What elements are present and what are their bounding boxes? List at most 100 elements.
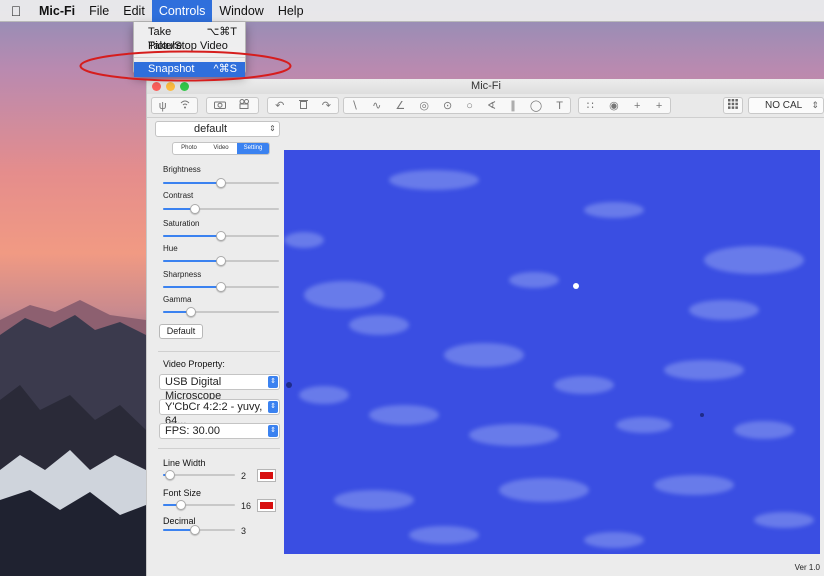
- decimal-slider[interactable]: [163, 525, 235, 535]
- grid-tools-group: ∷ ◉ + +: [578, 97, 671, 114]
- circle-3pt-icon[interactable]: ◎: [419, 99, 429, 112]
- menu-item-take-picture[interactable]: Take Picture ⌥⌘T: [134, 25, 245, 52]
- line-width-slider[interactable]: [163, 470, 235, 480]
- slider-knob[interactable]: [216, 282, 226, 292]
- menu-app-name[interactable]: Mic-Fi: [32, 0, 82, 22]
- grid-button[interactable]: [723, 97, 743, 114]
- slider-sharpness[interactable]: [163, 282, 279, 292]
- text-icon[interactable]: T: [556, 100, 563, 112]
- line-width-value: 2: [241, 471, 247, 481]
- slider-contrast[interactable]: [163, 204, 279, 214]
- slider-saturation[interactable]: [163, 231, 279, 241]
- tab-photo[interactable]: Photo: [173, 143, 205, 154]
- close-window-button[interactable]: [152, 82, 161, 91]
- decimal-value: 3: [241, 526, 247, 536]
- preset-select[interactable]: default ⇕: [155, 121, 280, 137]
- circle-center-icon[interactable]: ⊙: [443, 99, 452, 112]
- tab-setting[interactable]: Setting: [237, 143, 269, 154]
- mic-fi-window: Mic-Fi ψ ↶ ↷ ∖ ∿ ∠ ◎ ⊙ ○ ∢ ∥ ◯ T ∷ ◉ + +…: [146, 79, 824, 576]
- wifi-icon[interactable]: [180, 100, 190, 112]
- font-size-label: Font Size: [163, 488, 202, 498]
- font-size-slider[interactable]: [163, 500, 235, 510]
- slider-knob[interactable]: [185, 307, 196, 317]
- slider-knob[interactable]: [216, 256, 226, 266]
- microscope-preview[interactable]: [284, 150, 820, 554]
- zoom-window-button[interactable]: [180, 82, 189, 91]
- default-button[interactable]: Default: [159, 324, 203, 339]
- tab-video[interactable]: Video: [205, 143, 237, 154]
- slider-label-brightness: Brightness: [163, 165, 201, 174]
- font-color-swatch[interactable]: [257, 499, 276, 512]
- chevron-updown-icon: ⇕: [268, 401, 278, 413]
- slider-label-gamma: Gamma: [163, 295, 192, 304]
- angle-icon[interactable]: ∠: [395, 99, 405, 112]
- menu-window[interactable]: Window: [212, 0, 270, 22]
- capture-group: [206, 97, 259, 114]
- edit-group: ↶ ↷: [267, 97, 339, 114]
- video-camera-icon[interactable]: [239, 99, 251, 112]
- version-label: Ver 1.0: [794, 563, 820, 572]
- slider-label-sharpness: Sharpness: [163, 270, 202, 279]
- menu-edit[interactable]: Edit: [116, 0, 152, 22]
- slider-label-contrast: Contrast: [163, 191, 194, 200]
- menu-bar:  Mic-Fi File Edit Controls Window Help: [0, 0, 824, 22]
- slider-knob[interactable]: [165, 470, 176, 480]
- minimize-window-button[interactable]: [166, 82, 175, 91]
- slider-label-hue: Hue: [163, 244, 178, 253]
- menu-controls[interactable]: Controls: [151, 0, 213, 22]
- circle-icon[interactable]: ○: [466, 100, 473, 112]
- slider-knob[interactable]: [216, 178, 226, 188]
- grid-dots-icon[interactable]: ∷: [587, 99, 594, 112]
- apple-icon[interactable]: : [0, 3, 32, 19]
- chevron-updown-icon: ⇕: [811, 100, 819, 110]
- crosshair-icon[interactable]: +: [634, 100, 640, 112]
- circle-outline-icon[interactable]: ◯: [530, 99, 542, 112]
- fps-select[interactable]: FPS: 30.00 ⇕: [159, 423, 280, 439]
- camera-icon[interactable]: [213, 100, 226, 112]
- line-width-label: Line Width: [163, 458, 206, 468]
- specimen-image: [284, 150, 820, 554]
- device-select[interactable]: USB Digital Microscope ⇕: [159, 374, 280, 402]
- parallel-icon[interactable]: ∥: [510, 99, 516, 112]
- video-property-title: Video Property:: [163, 359, 225, 369]
- measure-tools-group: ∖ ∿ ∠ ◎ ⊙ ○ ∢ ∥ ◯ T: [343, 97, 571, 114]
- line-color-swatch[interactable]: [257, 469, 276, 482]
- divider: [158, 351, 280, 352]
- grid-icon: [728, 99, 738, 112]
- target-icon[interactable]: ◉: [609, 99, 619, 112]
- slider-gamma[interactable]: [163, 307, 279, 317]
- calibration-select[interactable]: NO CAL ⇕: [748, 97, 824, 114]
- preset-value: default: [193, 123, 228, 135]
- calibration-value: NO CAL: [765, 100, 803, 111]
- polyline-icon[interactable]: ∿: [372, 99, 381, 112]
- line-icon[interactable]: ∖: [351, 99, 358, 112]
- fps-value: FPS: 30.00: [165, 425, 221, 437]
- font-size-value: 16: [241, 501, 252, 511]
- divider: [158, 448, 280, 449]
- angle-2-icon[interactable]: ∢: [487, 99, 496, 112]
- menu-file[interactable]: File: [82, 0, 116, 22]
- menu-help[interactable]: Help: [271, 0, 311, 22]
- slider-label-saturation: Saturation: [163, 219, 200, 228]
- menu-item-label: Take Picture: [148, 26, 183, 52]
- slider-brightness[interactable]: [163, 178, 279, 188]
- format-select[interactable]: Y'CbCr 4:2:2 - yuvy, 64... ⇕: [159, 399, 280, 427]
- redo-icon[interactable]: ↷: [322, 99, 331, 112]
- undo-icon[interactable]: ↶: [275, 99, 284, 112]
- connection-group: ψ: [151, 97, 198, 114]
- slider-knob[interactable]: [190, 525, 201, 535]
- trash-icon[interactable]: [298, 99, 308, 112]
- chevron-updown-icon: ⇕: [268, 425, 278, 437]
- slider-knob[interactable]: [216, 231, 226, 241]
- settings-panel: default ⇕ Photo Video Setting Brightness…: [152, 119, 280, 576]
- window-title: Mic-Fi: [471, 80, 501, 92]
- crosshair-2-icon[interactable]: +: [656, 100, 662, 112]
- slider-hue[interactable]: [163, 256, 279, 266]
- slider-knob[interactable]: [190, 204, 201, 214]
- usb-icon[interactable]: ψ: [159, 100, 167, 112]
- annotation-ellipse: [79, 50, 292, 82]
- slider-knob[interactable]: [176, 500, 186, 510]
- menu-item-shortcut: ⌥⌘T: [206, 26, 237, 38]
- toolbar: ψ ↶ ↷ ∖ ∿ ∠ ◎ ⊙ ○ ∢ ∥ ◯ T ∷ ◉ + + NO CAL…: [147, 94, 824, 118]
- chevron-updown-icon: ⇕: [269, 124, 276, 133]
